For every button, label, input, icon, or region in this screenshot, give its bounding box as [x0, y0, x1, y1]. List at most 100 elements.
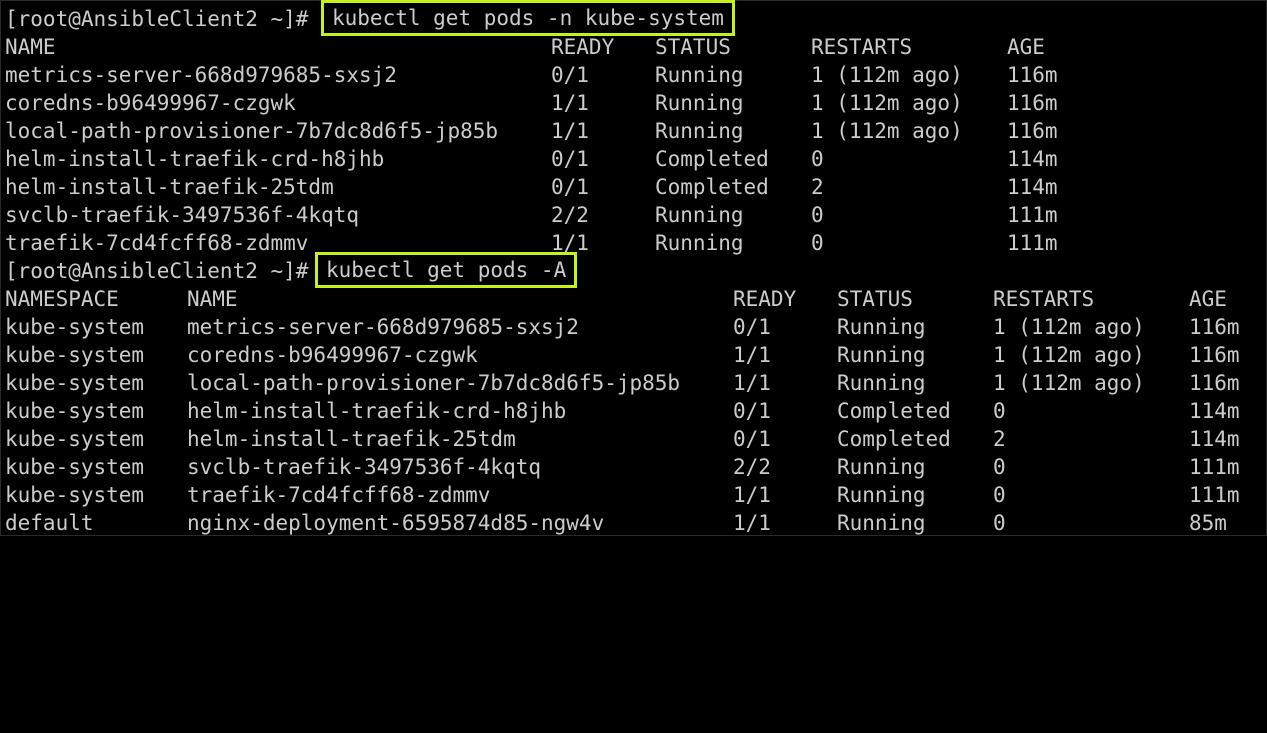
pod-restarts: 1 (112m ago)	[811, 63, 963, 87]
pod-namespace: kube-system	[5, 399, 145, 423]
shell-prompt: [root@AnsibleClient2 ~]#	[5, 7, 309, 31]
pod-status: Running	[655, 91, 744, 115]
table-row: kube-system local-path-provisioner-7b7dc…	[5, 369, 1265, 397]
table-row: helm-install-traefik-25tdm 0/1 Completed…	[5, 173, 1265, 201]
header-status: STATUS	[837, 287, 913, 311]
pod-namespace: kube-system	[5, 371, 145, 395]
header-age: AGE	[1189, 287, 1227, 311]
pod-name: metrics-server-668d979685-sxsj2	[5, 63, 397, 87]
pod-restarts: 2	[993, 427, 1006, 451]
table-row: local-path-provisioner-7b7dc8d6f5-jp85b …	[5, 117, 1265, 145]
pod-restarts: 0	[811, 203, 824, 227]
pod-ready: 0/1	[733, 427, 771, 451]
pod-age: 114m	[1189, 427, 1240, 451]
table-row: kube-system coredns-b96499967-czgwk 1/1 …	[5, 341, 1265, 369]
table-row: coredns-b96499967-czgwk 1/1 Running 1 (1…	[5, 89, 1265, 117]
header-restarts: RESTARTS	[993, 287, 1095, 311]
pod-ready: 1/1	[733, 511, 771, 535]
pod-age: 116m	[1007, 91, 1058, 115]
pod-namespace: kube-system	[5, 315, 145, 339]
pod-namespace: kube-system	[5, 483, 145, 507]
prompt-line-1: [root@AnsibleClient2 ~]# kubectl get pod…	[5, 0, 1265, 36]
pod-status: Running	[655, 203, 744, 227]
pod-ready: 1/1	[551, 91, 589, 115]
pod-namespace: kube-system	[5, 427, 145, 451]
pod-restarts: 0	[993, 399, 1006, 423]
table-row: traefik-7cd4fcff68-zdmmv 1/1 Running 0 1…	[5, 229, 1265, 257]
pod-status: Completed	[837, 427, 951, 451]
pod-restarts: 0	[993, 483, 1006, 507]
header-name: NAME	[187, 287, 238, 311]
pod-restarts: 1 (112m ago)	[993, 315, 1145, 339]
highlighted-command: kubectl get pods -n kube-system	[321, 0, 735, 36]
pod-restarts: 0	[811, 147, 824, 171]
pod-ready: 0/1	[733, 315, 771, 339]
pod-age: 116m	[1007, 63, 1058, 87]
pod-restarts: 2	[811, 175, 824, 199]
pod-age: 114m	[1189, 399, 1240, 423]
pod-status: Running	[837, 371, 926, 395]
pod-name: local-path-provisioner-7b7dc8d6f5-jp85b	[187, 371, 681, 395]
pod-ready: 1/1	[733, 343, 771, 367]
pod-ready: 0/1	[551, 147, 589, 171]
pod-age: 85m	[1189, 511, 1227, 535]
pod-namespace: kube-system	[5, 343, 145, 367]
pod-name: coredns-b96499967-czgwk	[5, 91, 296, 115]
pod-namespace: kube-system	[5, 455, 145, 479]
pod-restarts: 0	[993, 455, 1006, 479]
pod-status: Completed	[655, 147, 769, 171]
pod-status: Completed	[655, 175, 769, 199]
pod-status: Completed	[837, 399, 951, 423]
table-row: kube-system helm-install-traefik-25tdm 0…	[5, 425, 1265, 453]
pod-ready: 2/2	[733, 455, 771, 479]
pod-restarts: 1 (112m ago)	[993, 371, 1145, 395]
header-ready: READY	[733, 287, 797, 311]
table-row: default nginx-deployment-6595874d85-ngw4…	[5, 509, 1265, 537]
terminal-window[interactable]: [root@AnsibleClient2 ~]# kubectl get pod…	[0, 0, 1267, 536]
pod-age: 111m	[1007, 203, 1058, 227]
pod-status: Running	[655, 63, 744, 87]
pod-age: 116m	[1189, 315, 1240, 339]
pod-status: Running	[655, 231, 744, 255]
pod-age: 116m	[1189, 371, 1240, 395]
table-row: kube-system svclb-traefik-3497536f-4kqtq…	[5, 453, 1265, 481]
pod-ready: 1/1	[551, 119, 589, 143]
pod-namespace: default	[5, 511, 94, 535]
pod-status: Running	[837, 343, 926, 367]
table-row: metrics-server-668d979685-sxsj2 0/1 Runn…	[5, 61, 1265, 89]
header-namespace: NAMESPACE	[5, 287, 119, 311]
header-restarts: RESTARTS	[811, 35, 913, 59]
pod-ready: 0/1	[733, 399, 771, 423]
pod-status: Running	[837, 511, 926, 535]
pod-ready: 0/1	[551, 63, 589, 87]
header-age: AGE	[1007, 35, 1045, 59]
pod-name: svclb-traefik-3497536f-4kqtq	[187, 455, 542, 479]
pod-age: 116m	[1007, 119, 1058, 143]
pod-age: 111m	[1189, 455, 1240, 479]
table-row: kube-system traefik-7cd4fcff68-zdmmv 1/1…	[5, 481, 1265, 509]
header-name: NAME	[5, 35, 56, 59]
prompt-line-2: [root@AnsibleClient2 ~]# kubectl get pod…	[5, 252, 1265, 288]
pod-status: Running	[837, 455, 926, 479]
pod-name: coredns-b96499967-czgwk	[187, 343, 478, 367]
pod-restarts: 1 (112m ago)	[811, 119, 963, 143]
pod-name: nginx-deployment-6595874d85-ngw4v	[187, 511, 605, 535]
table-header: NAMESPACE NAME READY STATUS RESTARTS AGE	[5, 285, 1265, 313]
pod-name: helm-install-traefik-25tdm	[5, 175, 334, 199]
header-status: STATUS	[655, 35, 731, 59]
pod-restarts: 0	[811, 231, 824, 255]
pod-name: traefik-7cd4fcff68-zdmmv	[187, 483, 491, 507]
pod-status: Running	[837, 483, 926, 507]
pod-status: Running	[655, 119, 744, 143]
table-row: kube-system metrics-server-668d979685-sx…	[5, 313, 1265, 341]
pod-age: 111m	[1007, 231, 1058, 255]
pod-status: Running	[837, 315, 926, 339]
pod-name: helm-install-traefik-crd-h8jhb	[5, 147, 385, 171]
highlighted-command: kubectl get pods -A	[315, 252, 578, 288]
pod-age: 114m	[1007, 175, 1058, 199]
pod-name: local-path-provisioner-7b7dc8d6f5-jp85b	[5, 119, 499, 143]
pod-name: traefik-7cd4fcff68-zdmmv	[5, 231, 309, 255]
pod-ready: 1/1	[733, 483, 771, 507]
shell-prompt: [root@AnsibleClient2 ~]#	[5, 259, 309, 283]
pod-restarts: 0	[993, 511, 1006, 535]
